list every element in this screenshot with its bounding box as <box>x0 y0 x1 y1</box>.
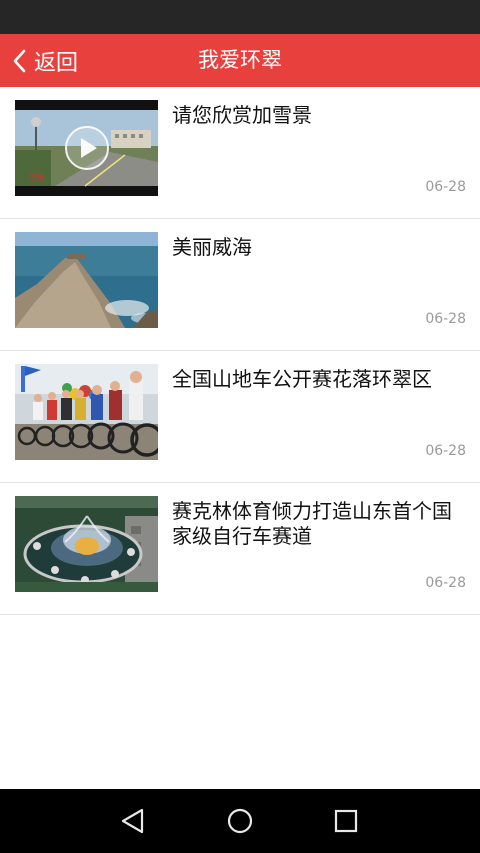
recents-square-icon[interactable] <box>330 805 362 837</box>
news-item[interactable]: 雪景 请您欣赏加雪景 06-28 <box>0 87 480 219</box>
news-title: 全国山地车公开赛花落环翠区 <box>172 367 432 391</box>
news-item[interactable]: 赛克林体育倾力打造山东首个国家级自行车赛道 06-28 <box>0 483 480 615</box>
cyclists-photo[interactable] <box>15 364 158 460</box>
news-date: 06-28 <box>425 443 466 459</box>
back-label: 返回 <box>34 50 79 76</box>
chevron-left-icon <box>13 49 26 72</box>
back-button[interactable]: 返回 <box>10 34 78 87</box>
svg-text:雪景: 雪景 <box>29 173 45 182</box>
news-item[interactable]: 美丽威海 06-28 <box>0 219 480 351</box>
news-date: 06-28 <box>425 575 466 591</box>
coastline-photo[interactable] <box>15 232 158 328</box>
app-bar: 返回 我爱环翠 <box>0 34 480 87</box>
news-title: 赛克林体育倾力打造山东首个国家级自行车赛道 <box>172 499 452 548</box>
news-date: 06-28 <box>425 311 466 327</box>
news-list: 雪景 请您欣赏加雪景 06-28 美丽威海 06-28 全国山地车公开赛花落环翠… <box>0 87 480 615</box>
news-title: 请您欣赏加雪景 <box>172 103 312 127</box>
home-circle-icon[interactable] <box>224 805 256 837</box>
road-video-thumbnail[interactable]: 雪景 <box>15 100 158 196</box>
news-title: 美丽威海 <box>172 235 252 259</box>
back-triangle-icon[interactable] <box>117 805 149 837</box>
news-date: 06-28 <box>425 179 466 195</box>
fountain-photo[interactable] <box>15 496 158 592</box>
system-nav-bar <box>0 789 480 853</box>
news-item[interactable]: 全国山地车公开赛花落环翠区 06-28 <box>0 351 480 483</box>
status-bar <box>0 0 480 34</box>
